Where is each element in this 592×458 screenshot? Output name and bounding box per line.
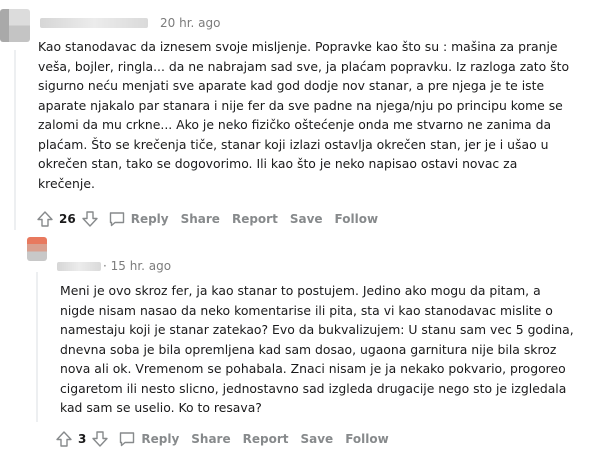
comment-timestamp: 20 hr. ago xyxy=(160,16,221,30)
comment-line: kad sam se uselio. Ko to resava? xyxy=(60,400,262,415)
comment-line: veša, bojler, ringla... da ne nabrajam s… xyxy=(38,58,570,74)
avatar[interactable] xyxy=(0,9,30,42)
comment-line: sigurno neću menjati sve aparate kad god… xyxy=(38,78,545,93)
comment-line: Meni je ovo skroz fer, ja kao stanar to … xyxy=(60,283,541,298)
share-button[interactable]: Share xyxy=(181,212,220,226)
comment-actions: 3 Reply Share Report Save Follow xyxy=(55,429,389,449)
downvote-arrow-icon[interactable] xyxy=(91,430,109,448)
reply-button[interactable]: Reply xyxy=(108,210,169,228)
avatar[interactable] xyxy=(27,237,47,261)
comment-line: plaćam. Što se krečenja tiče, stanar koj… xyxy=(38,136,549,152)
vote-score: 26 xyxy=(59,212,76,226)
vote-score: 3 xyxy=(78,432,87,446)
comment-line: okrečen stan, tako se dogovorimo. Ili ka… xyxy=(38,156,518,171)
comment-line: aparate njakalo par stanara i nije fer d… xyxy=(38,97,563,113)
comment-line: dnevna soba je bila opremljena kad sam d… xyxy=(60,341,557,357)
save-button[interactable]: Save xyxy=(300,432,333,446)
report-button[interactable]: Report xyxy=(243,432,289,446)
save-button[interactable]: Save xyxy=(290,212,323,226)
redacted-username[interactable] xyxy=(40,18,148,28)
reply-button[interactable]: Reply xyxy=(118,430,179,448)
comment-timestamp: · 15 hr. ago xyxy=(103,259,172,273)
comment-line: krečenje. xyxy=(38,175,95,191)
thread-line[interactable] xyxy=(14,50,16,230)
reply-label: Reply xyxy=(130,212,169,226)
comment-body: Meni je ovo skroz fer, ja kao stanar to … xyxy=(60,281,574,418)
speech-bubble-icon xyxy=(118,430,136,448)
share-button[interactable]: Share xyxy=(191,432,230,446)
upvote-arrow-icon[interactable] xyxy=(55,430,73,448)
upvote-arrow-icon[interactable] xyxy=(36,210,54,228)
comment-body: Kao stanodavac da iznesem svoje misljenj… xyxy=(38,37,569,193)
report-button[interactable]: Report xyxy=(232,212,278,226)
reply-label: Reply xyxy=(141,432,180,446)
comment-line: cigaretom ili nesto slicno, jednostavno … xyxy=(60,380,567,396)
comment-line: Kao stanodavac da iznesem svoje misljenj… xyxy=(38,39,558,54)
follow-button[interactable]: Follow xyxy=(335,212,379,226)
follow-button[interactable]: Follow xyxy=(345,432,389,446)
comment-line: zalomi da mu crkne... Ako je neko fizičk… xyxy=(38,117,552,132)
comment-line: nova ali ok. Vremenom se pohabala. Znaci… xyxy=(60,361,566,376)
comment-line: namestaju koji je stanar zatekao? Evo da… xyxy=(60,322,574,337)
comment-actions: 26 Reply Share Report Save Follow xyxy=(36,209,378,229)
downvote-arrow-icon[interactable] xyxy=(81,210,99,228)
speech-bubble-icon xyxy=(108,210,126,228)
thread-line[interactable] xyxy=(36,272,38,422)
redacted-username[interactable] xyxy=(57,262,101,271)
comment-line: nigde nisam nasao da neko komentarise il… xyxy=(60,302,553,318)
